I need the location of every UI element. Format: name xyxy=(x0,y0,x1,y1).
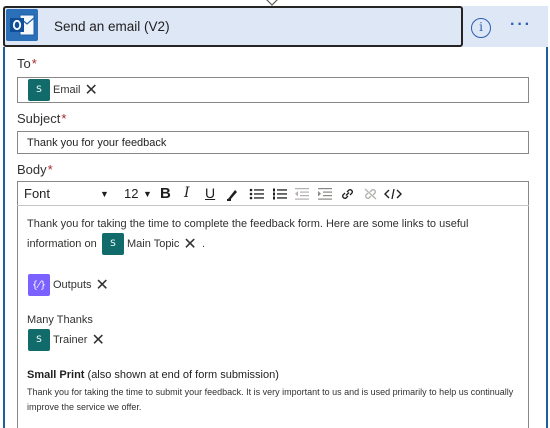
token-label: Outputs xyxy=(53,279,92,291)
token-main-topic[interactable]: S Main Topic ✕ xyxy=(102,233,197,255)
outlook-icon xyxy=(6,9,38,41)
to-label: To* xyxy=(17,56,37,71)
bullet-list-icon[interactable] xyxy=(249,187,265,201)
body-paragraph-1-end: . xyxy=(202,238,206,250)
info-icon[interactable]: i xyxy=(471,18,491,38)
token-outputs[interactable]: {⁄} Outputs ✕ xyxy=(28,274,109,296)
chevron-down-icon[interactable]: ▼ xyxy=(100,189,109,199)
italic-button[interactable]: I xyxy=(184,185,190,201)
close-icon[interactable]: ✕ xyxy=(85,82,98,98)
sharepoint-icon: S xyxy=(28,79,50,101)
unlink-icon[interactable] xyxy=(363,187,378,201)
font-select[interactable]: Font xyxy=(24,186,50,201)
link-icon[interactable] xyxy=(340,187,355,201)
token-label: Main Topic xyxy=(127,238,180,250)
token-label: Email xyxy=(53,84,81,96)
bold-button[interactable]: B xyxy=(160,185,171,202)
body-label: Body* xyxy=(17,162,53,177)
more-options-icon[interactable]: ··· xyxy=(510,16,532,34)
increase-indent-icon[interactable] xyxy=(317,187,333,201)
close-icon[interactable]: ✕ xyxy=(183,236,196,252)
token-label: Trainer xyxy=(53,334,88,346)
action-title: Send an email (V2) xyxy=(54,19,170,34)
chevron-down-icon[interactable]: ▼ xyxy=(143,189,152,199)
font-size-select[interactable]: 12 xyxy=(124,186,138,201)
font-color-icon[interactable] xyxy=(226,187,240,201)
close-icon[interactable]: ✕ xyxy=(96,277,109,293)
body-closing: Many Thanks xyxy=(27,314,93,326)
numbered-list-icon[interactable] xyxy=(272,187,288,201)
token-trainer[interactable]: S Trainer ✕ xyxy=(28,329,105,351)
body-paragraph-1: Thank you for taking the time to complet… xyxy=(27,218,469,230)
code-view-icon[interactable] xyxy=(384,187,402,201)
token-email[interactable]: S Email ✕ xyxy=(28,79,98,101)
underline-button[interactable]: U xyxy=(205,185,215,201)
body-paragraph-1b: information on xyxy=(27,238,97,250)
small-print-body: Thank you for taking the time to submit … xyxy=(27,387,514,412)
subject-label: Subject* xyxy=(17,111,67,126)
expression-icon: {⁄} xyxy=(28,274,50,296)
sharepoint-icon: S xyxy=(102,233,124,255)
close-icon[interactable]: ✕ xyxy=(91,332,104,348)
small-print-heading: Small Print (also shown at end of form s… xyxy=(27,369,279,381)
subject-value: Thank you for your feedback xyxy=(27,137,167,149)
sharepoint-icon: S xyxy=(28,329,50,351)
decrease-indent-icon[interactable] xyxy=(294,187,310,201)
editor-toolbar: Font ▼ 12 ▼ B I U xyxy=(17,182,529,206)
